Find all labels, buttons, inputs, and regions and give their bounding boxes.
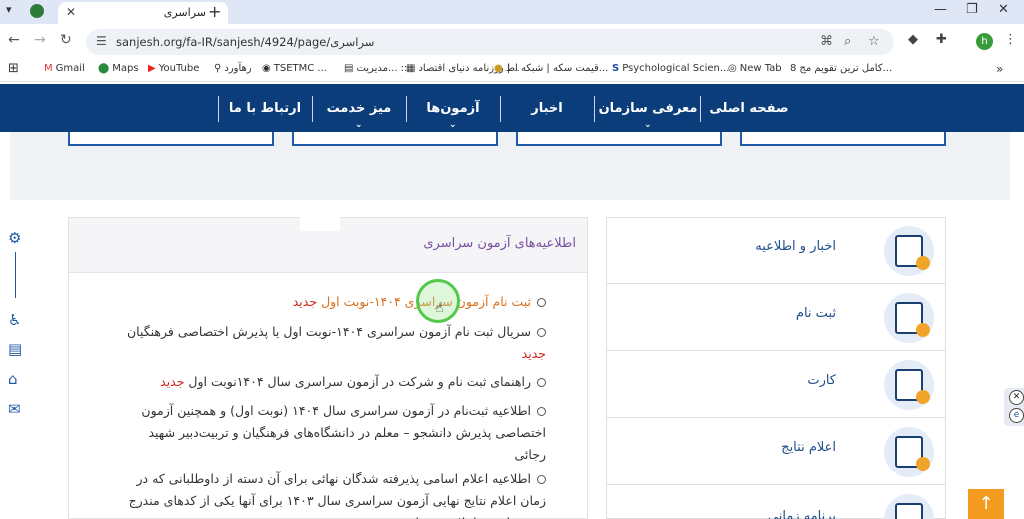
back-icon[interactable]: ← bbox=[8, 32, 20, 48]
bookmark-youtube[interactable]: ▶ YouTube bbox=[148, 63, 199, 74]
header-notch bbox=[300, 217, 340, 231]
favicon-icon bbox=[30, 4, 44, 18]
sidebar-item-news[interactable]: اخبار و اطلاعیه bbox=[606, 217, 946, 284]
browser-toolbar: ← → ↻ ☰ sanjesh.org/fa-IR/sanjesh/4924/p… bbox=[0, 24, 1024, 58]
calendar-icon: 8 bbox=[790, 63, 797, 74]
document-icon[interactable]: ▤ bbox=[8, 340, 22, 358]
accessibility-icon[interactable]: ♿ bbox=[8, 311, 21, 329]
bullet-icon bbox=[537, 407, 546, 416]
reload-icon[interactable]: ↻ bbox=[60, 32, 72, 48]
bookmark-star-icon[interactable]: ☆ bbox=[868, 34, 880, 49]
site-navigation: صفحه اصلی معرفی سازمان ⌄ اخبار آزمون‌ها ⌄ … bbox=[0, 84, 1024, 132]
announcement-item[interactable]: اطلاعیه اعلام اسامی پذیرفته شدگان نهائی … bbox=[116, 468, 546, 519]
coin-icon: ● bbox=[494, 63, 503, 74]
profile-avatar[interactable]: h bbox=[976, 33, 993, 50]
newspaper-icon bbox=[884, 226, 934, 276]
banner-card[interactable] bbox=[292, 132, 498, 146]
bullet-icon bbox=[537, 328, 546, 337]
nav-service-desk[interactable]: میز خدمت ⌄ bbox=[314, 94, 404, 130]
banner-card[interactable] bbox=[740, 132, 946, 146]
nav-about[interactable]: معرفی سازمان ⌄ bbox=[596, 94, 700, 130]
globe-icon: ◉ bbox=[262, 63, 271, 74]
bookmarks-bar: ⊞ M Gmail ⬤ Maps ▶ YouTube ⚲ رهآورد ◉ TSETMC … bbox=[0, 58, 1024, 82]
nav-divider bbox=[700, 96, 701, 122]
nav-news[interactable]: اخبار bbox=[502, 94, 592, 124]
chrome-icon: ◎ bbox=[728, 63, 737, 74]
bullet-icon bbox=[537, 475, 546, 484]
s-icon: S bbox=[612, 63, 620, 74]
nav-divider bbox=[594, 96, 595, 122]
restore-icon[interactable]: ❐ bbox=[966, 2, 978, 17]
nav-exams[interactable]: آزمون‌ها ⌄ bbox=[408, 94, 498, 130]
zoom-icon[interactable]: ⌕ bbox=[844, 34, 851, 49]
page-icon: ▤ bbox=[344, 63, 354, 74]
bullet-icon bbox=[537, 298, 546, 307]
new-tab-button[interactable]: + bbox=[208, 2, 221, 21]
nav-contact[interactable]: ارتباط با ما bbox=[220, 94, 310, 124]
sidebar-item-results[interactable]: اعلام نتایج bbox=[606, 418, 946, 485]
nav-divider bbox=[218, 96, 219, 122]
scroll-to-top-button[interactable]: ↑ bbox=[968, 489, 1004, 519]
tab-title: سراسری bbox=[163, 6, 206, 19]
sidebar-item-schedule[interactable]: برنامه زمانی bbox=[606, 485, 946, 519]
url-text: sanjesh.org/fa-IR/sanjesh/4924/page/سراس… bbox=[116, 35, 375, 49]
announcement-item[interactable]: راهنمای ثبت نام و شرکت در آزمون سراسری س… bbox=[116, 371, 546, 393]
youtube-icon: ▶ bbox=[148, 63, 156, 74]
translate-icon[interactable]: ⌘ bbox=[820, 34, 833, 49]
bookmark-modiriat[interactable]: ▤ مديريت... :: bbox=[344, 63, 407, 74]
maps-icon: ⬤ bbox=[98, 63, 110, 74]
chat-icon[interactable]: ✉ bbox=[8, 400, 21, 418]
bookmark-psychological[interactable]: S Psychological Scien... bbox=[612, 63, 729, 74]
tab-strip: ▾ سراسری ✕ + — ❐ ✕ bbox=[0, 0, 1024, 24]
minimize-icon[interactable]: — bbox=[934, 2, 947, 17]
extension-icon[interactable]: ◆ bbox=[908, 32, 918, 47]
announcements-title: اطلاعیه‌های آزمون سراسری bbox=[423, 236, 576, 251]
results-monitor-icon bbox=[884, 427, 934, 477]
forward-icon[interactable]: → bbox=[34, 32, 46, 48]
edge-e-icon[interactable]: e bbox=[1009, 408, 1024, 423]
bookmark-calendar[interactable]: 8 کامل ترین تقویم مج... bbox=[790, 63, 892, 74]
bullet-icon bbox=[537, 378, 546, 387]
menu-kebab-icon[interactable]: ⋮ bbox=[1004, 32, 1017, 47]
bookmark-maps[interactable]: ⬤ Maps bbox=[98, 63, 139, 74]
gmail-icon: M bbox=[44, 63, 53, 74]
banner-card[interactable] bbox=[68, 132, 274, 146]
sidebar-item-registration[interactable]: ثبت نام bbox=[606, 284, 946, 351]
close-icon[interactable]: ✕ bbox=[66, 5, 76, 19]
arrow-up-icon: ↑ bbox=[978, 493, 994, 514]
bookmark-gmail[interactable]: M Gmail bbox=[44, 63, 85, 74]
news-icon: ▦ bbox=[406, 63, 416, 74]
nav-divider bbox=[312, 96, 313, 122]
announcement-item[interactable]: ثبت نام آزمون سراسری ۱۴۰۴-نوبت اول جدید bbox=[116, 291, 546, 313]
nav-home[interactable]: صفحه اصلی bbox=[702, 94, 796, 124]
bookmark-new-tab[interactable]: ◎ New Tab bbox=[728, 63, 782, 74]
bookmark-gheymat-sekke[interactable]: ● قیمت سکه | شبکه اط... bbox=[494, 63, 608, 74]
tab-search-icon[interactable]: ▾ bbox=[6, 3, 12, 16]
site-info-icon[interactable]: ☰ bbox=[96, 34, 107, 48]
id-card-icon bbox=[884, 360, 934, 410]
calendar-icon bbox=[884, 494, 934, 519]
address-bar[interactable]: ☰ sanjesh.org/fa-IR/sanjesh/4924/page/سر… bbox=[86, 29, 894, 55]
clipboard-check-icon bbox=[884, 293, 934, 343]
bookmark-rahavard[interactable]: ⚲ رهآورد bbox=[214, 63, 252, 74]
bookmark-tsetmc[interactable]: ◉ TSETMC ... bbox=[262, 63, 327, 74]
active-tab[interactable]: سراسری ✕ bbox=[58, 2, 228, 24]
nav-divider bbox=[500, 96, 501, 122]
extensions-puzzle-icon[interactable]: ✚ bbox=[936, 32, 947, 47]
nav-divider bbox=[406, 96, 407, 122]
apps-grid-icon[interactable]: ⊞ bbox=[8, 61, 19, 76]
announcement-item[interactable]: اطلاعیه ثبت‌نام در آزمون سراسری سال ۱۴۰۴… bbox=[116, 400, 546, 466]
close-icon[interactable]: ✕ bbox=[1009, 390, 1024, 405]
window-close-icon[interactable]: ✕ bbox=[998, 2, 1009, 17]
gear-icon[interactable]: ⚙ bbox=[8, 229, 21, 247]
tools-divider bbox=[15, 252, 16, 298]
hand-cursor-icon: ☝ bbox=[435, 300, 444, 316]
sidebar-item-card[interactable]: کارت bbox=[606, 351, 946, 418]
announcement-item[interactable]: سریال ثبت نام آزمون سراسری ۱۴۰۴-نوبت اول… bbox=[116, 321, 546, 365]
pin-icon: ⚲ bbox=[214, 63, 222, 74]
home-icon[interactable]: ⌂ bbox=[8, 370, 18, 388]
banner-card[interactable] bbox=[516, 132, 722, 146]
bookmarks-overflow-icon[interactable]: » bbox=[996, 62, 1003, 76]
